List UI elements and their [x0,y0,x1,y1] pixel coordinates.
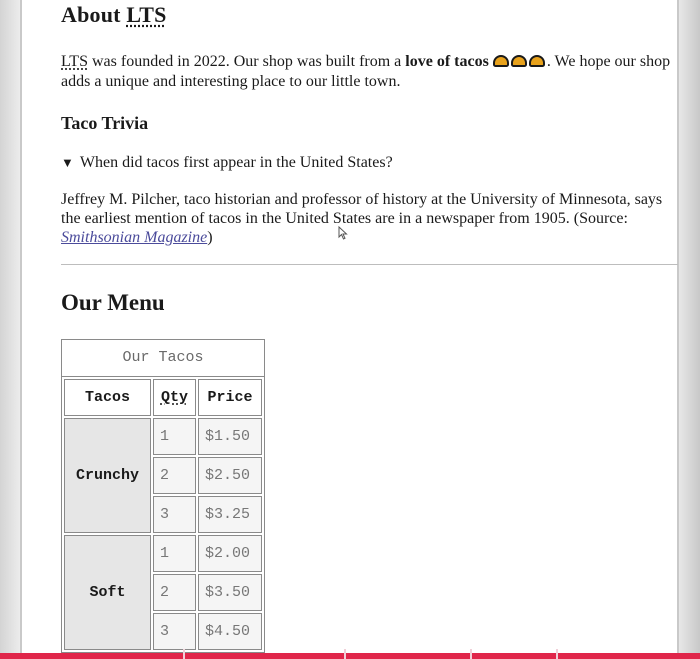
qty-cell: 2 [153,457,196,494]
intro-lts-abbreviation[interactable]: LTS [61,53,88,70]
right-edge-shadow [676,0,700,659]
column-header-tacos: Tacos [64,379,151,416]
price-cell: $2.00 [198,535,262,572]
lts-abbreviation[interactable]: LTS [126,2,166,27]
about-heading: About LTS [61,2,167,28]
table-caption: Our Tacos [61,339,265,376]
intro-bold-phrase: love of tacos [405,53,489,70]
page-frame: About LTS LTS was founded in 2022. Our s… [20,0,679,659]
about-heading-text: About [61,2,127,27]
trivia-answer-close: ) [207,229,213,246]
table-row: Crunchy 1 $1.50 [64,418,262,533]
intro-paragraph: LTS was founded in 2022. Our shop was bu… [61,52,676,92]
trivia-question-summary[interactable]: ▼ When did tacos first appear in the Unit… [61,154,393,172]
qty-cell: 2 [153,574,196,611]
table-header-row: Tacos Qty Price [64,379,262,416]
menu-heading: Our Menu [61,290,165,315]
qty-cell: 3 [153,613,196,650]
source-link[interactable]: Smithsonian Magazine [61,229,207,246]
chapter-marker [183,649,185,659]
price-cell: $2.50 [198,457,262,494]
qty-cell: 1 [153,418,196,455]
qty-abbreviation[interactable]: Qty [161,389,188,406]
triangle-down-icon: ▼ [61,155,74,170]
qty-cell: 3 [153,496,196,533]
left-edge-shadow [0,0,20,659]
taco-icon [492,55,509,67]
chapter-marker [344,649,346,659]
mouse-cursor-icon [338,226,348,240]
column-header-price: Price [198,379,262,416]
price-cell: $3.25 [198,496,262,533]
taco-icon [510,55,527,67]
column-header-qty: Qty [153,379,196,416]
row-header-soft: Soft [64,535,151,650]
chapter-marker [556,649,558,659]
intro-text: was founded in 2022. Our shop was built … [87,53,406,70]
price-cell: $3.50 [198,574,262,611]
trivia-heading: Taco Trivia [61,113,149,133]
trivia-question: When did tacos first appear in the Unite… [79,154,393,171]
section-divider [61,264,678,265]
qty-cell: 1 [153,535,196,572]
price-cell: $1.50 [198,418,262,455]
taco-icon [528,55,545,67]
price-cell: $4.50 [198,613,262,650]
chapter-marker [470,649,472,659]
row-header-crunchy: Crunchy [64,418,151,533]
trivia-answer-text: Jeffrey M. Pilcher, taco historian and p… [61,191,663,227]
video-progress-bar[interactable] [0,653,700,659]
table-row: Soft 1 $2.00 [64,535,262,650]
trivia-answer: Jeffrey M. Pilcher, taco historian and p… [61,190,676,247]
tacos-table: Our Tacos Tacos Qty Price Crunchy 1 $1.5… [61,339,265,653]
